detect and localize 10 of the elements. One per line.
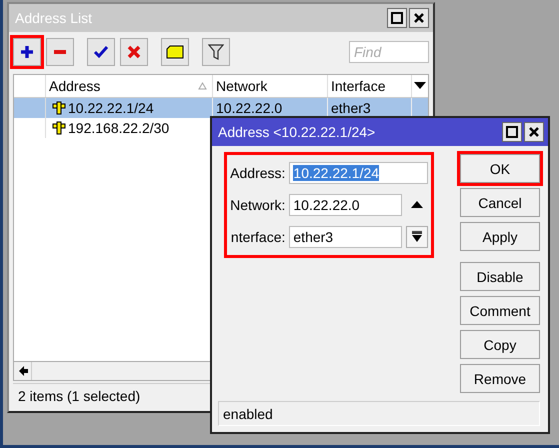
table-cell: 10.22.22.1/24 — [68, 100, 154, 116]
field-label: nterface: — [230, 229, 286, 245]
table-cell: 192.168.22.2/30 — [68, 120, 170, 136]
status-text: enabled — [223, 406, 273, 422]
field-label: Network: — [230, 197, 286, 213]
table-cell: 10.22.22.0 — [216, 100, 282, 116]
status-text: 2 items (1 selected) — [18, 388, 140, 404]
table-cell: ether3 — [331, 100, 371, 116]
window-title: Address <10.22.22.1/24> — [218, 124, 376, 140]
field-label: Address: — [230, 165, 286, 181]
